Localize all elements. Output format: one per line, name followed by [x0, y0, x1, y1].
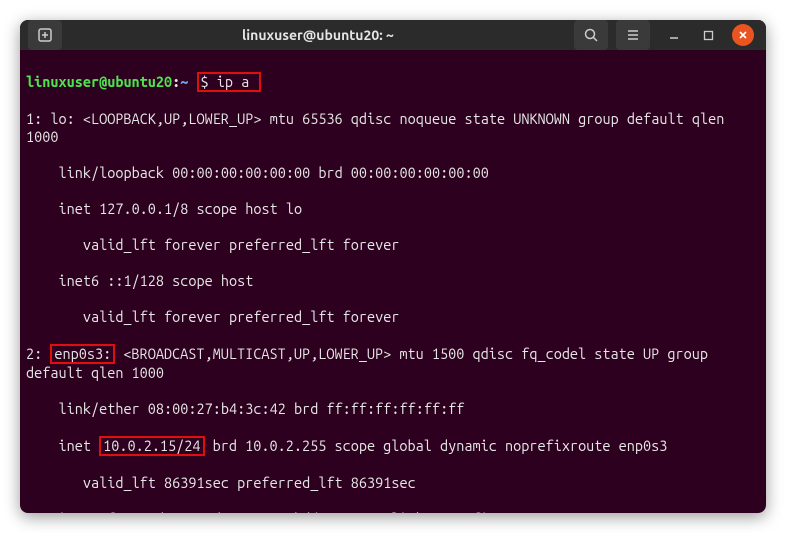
highlight-interface: enp0s3: — [50, 344, 115, 364]
output-text: <BROADCAST,MULTICAST,UP,LOWER_UP> mtu 15… — [26, 345, 716, 381]
minimize-button[interactable] — [664, 25, 684, 45]
new-tab-icon — [37, 27, 53, 43]
output-line: inet 127.0.0.1/8 scope host lo — [26, 200, 760, 218]
prompt-path: ~ — [180, 73, 188, 90]
search-icon — [583, 27, 599, 43]
terminal-content[interactable]: linuxuser@ubuntu20:~ $ ip a 1: lo: <LOOP… — [20, 50, 766, 513]
highlight-command: $ ip a — [197, 72, 262, 92]
output-text: 2: — [26, 345, 50, 362]
interface-name: enp0s3: — [54, 345, 111, 362]
output-line: inet6 ::1/128 scope host — [26, 272, 760, 290]
ip-address: 10.0.2.15/24 — [103, 437, 200, 454]
output-line: inet6 fe80::da11:7ad8:867c:73bd/64 scope… — [26, 510, 760, 513]
minimize-icon — [668, 29, 680, 41]
output-line: link/ether 08:00:27:b4:3c:42 brd ff:ff:f… — [26, 400, 760, 418]
titlebar: linuxuser@ubuntu20: ~ — [20, 20, 766, 50]
new-tab-button[interactable] — [28, 20, 62, 50]
window-controls — [664, 24, 754, 46]
highlight-ip: 10.0.2.15/24 — [99, 436, 204, 456]
output-line: valid_lft forever preferred_lft forever — [26, 308, 760, 326]
maximize-icon — [703, 30, 714, 41]
maximize-button[interactable] — [698, 25, 718, 45]
output-line: valid_lft forever preferred_lft forever — [26, 236, 760, 254]
output-text: brd 10.0.2.255 scope global dynamic nopr… — [205, 437, 668, 454]
menu-button[interactable] — [616, 20, 650, 50]
close-icon — [738, 30, 748, 40]
prompt-user: linuxuser@ubuntu20 — [26, 73, 172, 90]
terminal-window: linuxuser@ubuntu20: ~ linuxuser@ubuntu20… — [20, 20, 766, 513]
output-line: link/loopback 00:00:00:00:00:00 brd 00:0… — [26, 164, 760, 182]
output-line: 1: lo: <LOOPBACK,UP,LOWER_UP> mtu 65536 … — [26, 110, 760, 146]
close-button[interactable] — [732, 24, 754, 46]
window-title: linuxuser@ubuntu20: ~ — [70, 27, 566, 43]
hamburger-icon — [625, 27, 641, 43]
command-text: $ ip a — [201, 73, 258, 90]
output-text: inet — [26, 437, 99, 454]
search-button[interactable] — [574, 20, 608, 50]
output-line: valid_lft 86391sec preferred_lft 86391se… — [26, 474, 760, 492]
